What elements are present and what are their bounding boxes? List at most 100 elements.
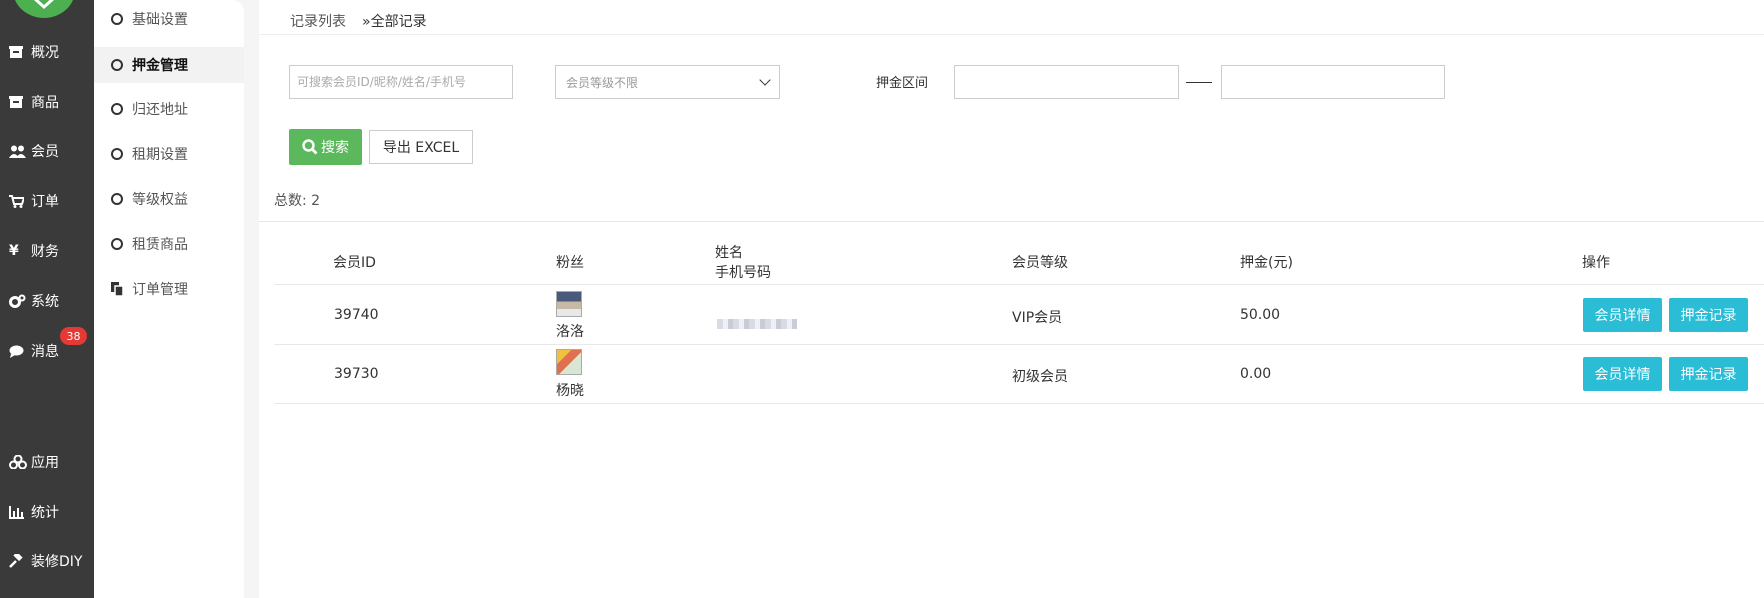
total-label: 总数: <box>274 193 307 209</box>
total-count: 总数: 2 <box>274 190 320 210</box>
cell-level: 初级会员 <box>1012 369 1068 385</box>
cart-icon <box>9 193 29 209</box>
circle-icon <box>111 193 123 205</box>
member-detail-button[interactable]: 会员详情 <box>1583 357 1662 391</box>
main-content: 记录列表 »全部记录 会员等级不限 押金区间 搜索 导出 EXCEL 总数: 2… <box>259 0 1764 598</box>
search-button-label: 搜索 <box>321 140 349 156</box>
gavel-icon <box>9 553 29 569</box>
yen-icon: ¥ <box>9 243 19 259</box>
sub-item-label: 租期设置 <box>132 147 188 163</box>
breadcrumb-record-list[interactable]: 记录列表 <box>290 11 346 31</box>
fan-avatar[interactable] <box>556 349 582 375</box>
deposit-range-label: 押金区间 <box>876 76 929 91</box>
circle-icon <box>111 13 123 25</box>
sub-item-order-management[interactable]: 订单管理 <box>94 271 244 307</box>
sub-item-basic-settings[interactable]: 基础设置 <box>94 1 244 37</box>
nav-label: 商品 <box>31 95 59 111</box>
row-divider <box>274 284 1764 285</box>
cell-deposit: 0.00 <box>1240 366 1272 382</box>
col-header-name: 姓名 <box>715 245 743 261</box>
deposit-max-input[interactable] <box>1221 65 1445 99</box>
gears-icon <box>9 293 29 309</box>
nav-label: 系统 <box>31 294 59 310</box>
main-nav: 概况 商品 会员 订单 ¥ 财务 系统 消息 38 应用 统计 装修DIY <box>0 0 94 598</box>
comment-icon <box>9 343 29 359</box>
divider <box>259 34 1764 35</box>
nav-label: 装修DIY <box>31 554 83 570</box>
cell-member-id: 39740 <box>334 307 379 323</box>
nav-item-orders[interactable]: 订单 <box>0 185 94 217</box>
nav-item-overview[interactable]: 概况 <box>0 36 94 68</box>
col-header-phone: 手机号码 <box>715 265 771 281</box>
sub-item-label: 租赁商品 <box>132 237 188 253</box>
member-detail-button[interactable]: 会员详情 <box>1583 298 1662 332</box>
bar-chart-icon <box>9 504 29 520</box>
nav-item-system[interactable]: 系统 <box>0 285 94 317</box>
sub-item-label: 归还地址 <box>132 102 188 118</box>
cell-fan-name: 洛洛 <box>556 324 584 340</box>
total-value: 2 <box>311 193 321 209</box>
circle-icon <box>111 238 123 250</box>
sub-item-label: 基础设置 <box>132 12 188 28</box>
sub-item-rental-goods[interactable]: 租赁商品 <box>94 226 244 262</box>
cell-member-id: 39730 <box>334 366 379 382</box>
deposit-min-input[interactable] <box>954 65 1179 99</box>
nav-label: 消息 <box>31 344 59 360</box>
nav-item-finance[interactable]: ¥ 财务 <box>0 235 94 267</box>
cell-deposit: 50.00 <box>1240 307 1281 323</box>
sub-item-lease-settings[interactable]: 租期设置 <box>94 136 244 172</box>
cubes-icon <box>9 454 29 470</box>
breadcrumb-all-records[interactable]: »全部记录 <box>362 11 427 31</box>
members-icon <box>9 143 29 159</box>
col-header-fans: 粉丝 <box>556 255 584 271</box>
sub-item-deposit-management[interactable]: 押金管理 <box>94 47 244 83</box>
nav-label: 会员 <box>31 144 59 160</box>
row-divider <box>274 403 1764 404</box>
member-level-select-value: 会员等级不限 <box>566 75 639 90</box>
sub-item-label: 等级权益 <box>132 192 188 208</box>
row-divider <box>274 344 1764 345</box>
export-excel-button[interactable]: 导出 EXCEL <box>369 130 473 164</box>
goods-icon <box>9 94 29 110</box>
logo <box>13 0 75 18</box>
cell-level: VIP会员 <box>1012 310 1063 326</box>
chevron-down-icon <box>759 74 771 86</box>
breadcrumb: 记录列表 »全部记录 <box>290 11 427 31</box>
search-icon <box>302 139 318 155</box>
fan-avatar[interactable] <box>556 291 582 317</box>
sub-menu: 基础设置 押金管理 归还地址 租期设置 等级权益 租赁商品 订单管理 <box>94 0 244 598</box>
col-header-deposit: 押金(元) <box>1240 255 1293 271</box>
nav-item-stats[interactable]: 统计 <box>0 496 94 528</box>
nav-label: 应用 <box>31 455 59 471</box>
nav-label: 概况 <box>31 45 59 61</box>
export-button-label: 导出 EXCEL <box>382 140 460 156</box>
search-button[interactable]: 搜索 <box>289 129 362 165</box>
sub-item-label: 押金管理 <box>132 58 188 74</box>
copy-icon <box>111 282 124 297</box>
sub-item-return-address[interactable]: 归还地址 <box>94 91 244 127</box>
overview-icon <box>9 44 29 60</box>
col-header-actions: 操作 <box>1582 255 1610 271</box>
divider <box>259 221 1764 222</box>
deposit-record-button[interactable]: 押金记录 <box>1669 357 1748 391</box>
nav-label: 统计 <box>31 505 59 521</box>
redacted-name-phone <box>717 319 797 329</box>
nav-label: 财务 <box>31 244 59 260</box>
cell-fan-name: 杨晓 <box>556 383 584 399</box>
circle-icon <box>111 103 123 115</box>
deposit-record-button[interactable]: 押金记录 <box>1669 298 1748 332</box>
nav-item-decoration[interactable]: 装修DIY <box>0 545 94 577</box>
message-count-badge: 38 <box>60 327 87 345</box>
range-dash <box>1186 82 1212 83</box>
col-header-member-id: 会员ID <box>333 255 376 271</box>
search-input[interactable] <box>289 65 513 99</box>
nav-item-members[interactable]: 会员 <box>0 135 94 167</box>
sub-item-level-benefits[interactable]: 等级权益 <box>94 181 244 217</box>
nav-item-apps[interactable]: 应用 <box>0 446 94 478</box>
member-level-select[interactable]: 会员等级不限 <box>555 65 780 99</box>
circle-icon <box>111 59 123 71</box>
nav-label: 订单 <box>31 194 59 210</box>
col-header-level: 会员等级 <box>1012 255 1068 271</box>
nav-item-goods[interactable]: 商品 <box>0 86 94 118</box>
circle-icon <box>111 148 123 160</box>
